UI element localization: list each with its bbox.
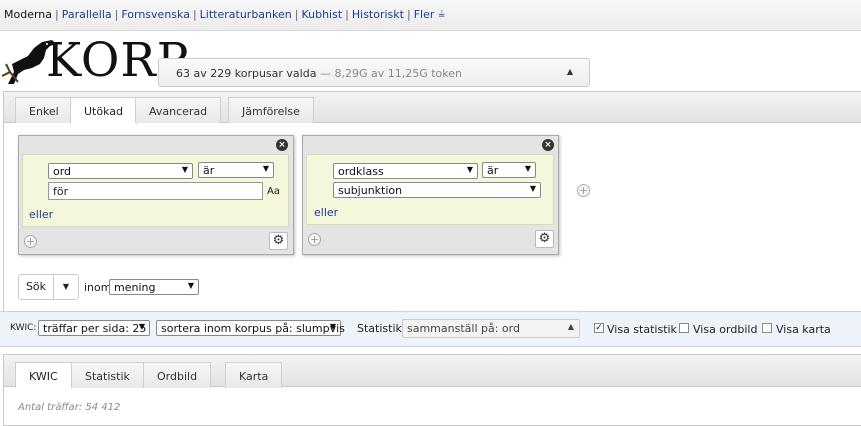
token-2-value-select[interactable]: subjunktion ▼ [333, 182, 541, 198]
case-toggle[interactable]: Aa [267, 186, 280, 197]
gear-icon[interactable]: ⚙ [535, 230, 554, 248]
show-stats-checkbox[interactable]: ✓ [594, 323, 604, 333]
search-button[interactable]: Sök [18, 274, 54, 300]
results-tabstrip: KWIC Statistik Ordbild Karta [4, 355, 861, 388]
token-box-2: × ordklass ▼ är ▼ subjunktion ▼ eller + ⚙ [302, 135, 559, 255]
show-map-checkbox[interactable] [762, 323, 772, 333]
top-bar: Moderna | Parallella | Fornsvenska | Litteratu… [0, 0, 861, 31]
show-wordpic-label: Visa ordbild [693, 323, 758, 336]
token-1-operator-select[interactable]: är ▼ [198, 162, 274, 178]
nav-kubhist[interactable]: Kubhist [301, 8, 342, 21]
tab-jamforelse[interactable]: Jämförelse [228, 97, 314, 123]
token-2-conditions: ordklass ▼ är ▼ subjunktion ▼ eller [306, 154, 554, 225]
show-map-label: Visa karta [776, 323, 831, 336]
tab-ordbild[interactable]: Ordbild [143, 362, 212, 388]
token-1-attribute-select[interactable]: ord ▼ [48, 163, 193, 179]
query-tabstrip: Enkel Utökad Avancerad Jämförelse [4, 92, 861, 124]
token-1-value-input[interactable]: för [48, 182, 263, 200]
token-box-1: × ord ▼ är ▼ för Aa eller + ⚙ [18, 135, 294, 255]
show-stats-label: Visa statistik [607, 323, 677, 336]
updown-icon: ▲ [566, 67, 573, 76]
search-options-caret[interactable]: ▼ [53, 274, 79, 300]
token-2-operator-select[interactable]: är ▼ [482, 162, 536, 178]
add-condition-icon[interactable]: + [24, 235, 37, 248]
nav-fornsvenska[interactable]: Fornsvenska [121, 8, 190, 21]
hit-count: Antal träffar: 54 412 [18, 402, 121, 413]
token-1-or-link[interactable]: eller [29, 208, 53, 221]
stats-label: Statistik: [357, 322, 406, 335]
within-select[interactable]: mening ▼ [109, 279, 199, 295]
within-label: inom [84, 281, 112, 294]
token-2-attribute-select[interactable]: ordklass ▼ [333, 163, 478, 179]
tab-kwic[interactable]: KWIC [15, 362, 72, 388]
tab-avancerad[interactable]: Avancerad [135, 97, 222, 123]
corpus-selected-count: 63 av 229 korpusar valda [176, 67, 317, 80]
stats-reduce-select[interactable]: sammanställ på: ord ▲ [402, 319, 580, 338]
add-token-icon[interactable]: + [577, 184, 590, 197]
show-wordpic-checkbox[interactable] [679, 323, 689, 333]
tab-enkel[interactable]: Enkel [15, 97, 73, 123]
corpus-token-count: — 8,29G av 11,25G token [319, 67, 462, 80]
kwic-label: KWIC: [10, 323, 37, 333]
korp-logo[interactable]: KORP [0, 34, 188, 86]
double-chevron-down-icon[interactable]: ≟ [438, 11, 446, 21]
tab-karta[interactable]: Karta [225, 362, 283, 388]
close-icon[interactable]: × [276, 139, 288, 151]
nav-historiskt[interactable]: Historiskt [352, 8, 404, 21]
mode-nav: Moderna | Parallella | Fornsvenska | Litteratu… [4, 8, 446, 21]
sort-select[interactable]: sortera inom korpus på: slumpvis ▼ [156, 320, 345, 336]
tab-statistik[interactable]: Statistik [71, 362, 144, 388]
hits-per-page-select[interactable]: träffar per sida: 25 ▼ [38, 320, 150, 336]
tab-utokad[interactable]: Utökad [70, 97, 137, 124]
gear-icon[interactable]: ⚙ [269, 232, 288, 250]
nav-fler[interactable]: Fler [414, 8, 435, 21]
token-1-conditions: ord ▼ är ▼ för Aa eller [22, 154, 289, 227]
close-icon[interactable]: × [542, 139, 554, 151]
token-2-or-link[interactable]: eller [314, 206, 338, 219]
nav-litteraturbanken[interactable]: Litteraturbanken [200, 8, 292, 21]
corpus-chooser[interactable]: 63 av 229 korpusar valda — 8,29G av 11,2… [158, 58, 590, 87]
nav-parallella[interactable]: Parallella [62, 8, 112, 21]
nav-moderna[interactable]: Moderna [4, 8, 52, 21]
add-condition-icon[interactable]: + [308, 233, 321, 246]
results-panel: KWIC Statistik Ordbild Karta [3, 354, 861, 426]
